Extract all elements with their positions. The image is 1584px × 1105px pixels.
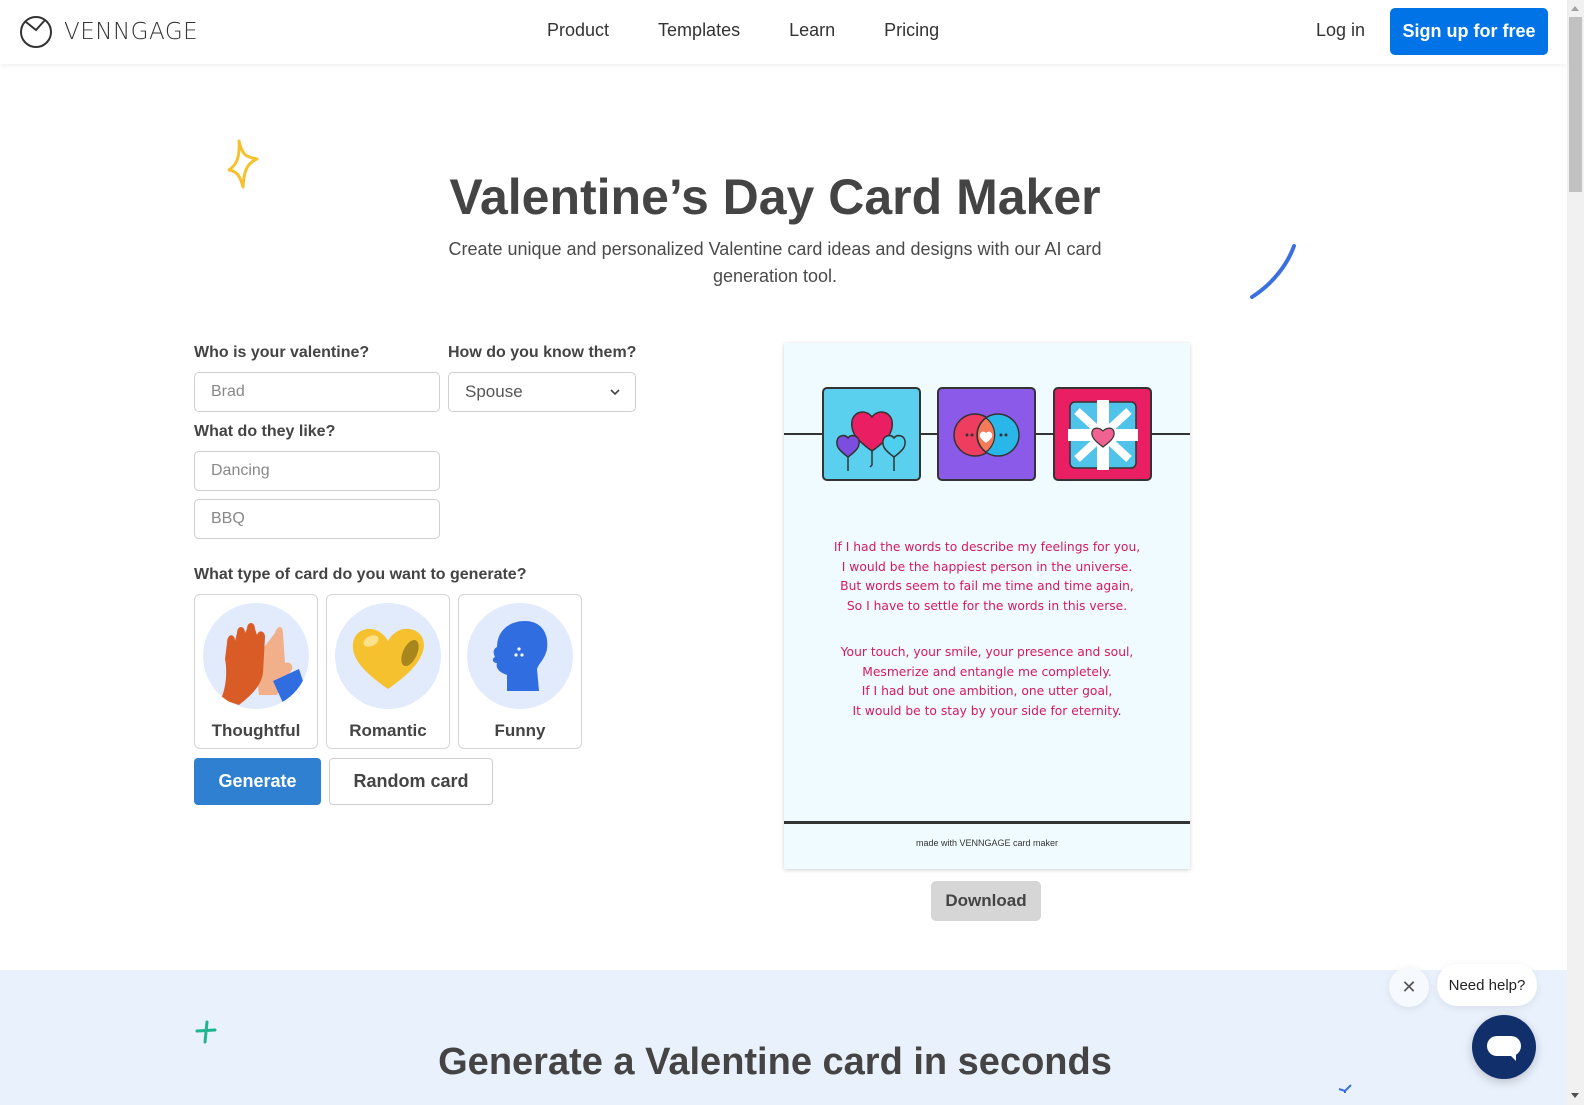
heart-icon [335,603,441,709]
card-type-funny[interactable]: Funny [458,594,582,749]
chat-close-button[interactable]: ✕ [1389,967,1429,1007]
like-input-2[interactable] [194,499,440,539]
laughing-head-icon [467,603,573,709]
poem-stanza-1: If I had the words to describe my feelin… [784,538,1190,617]
like-input-1[interactable] [194,451,440,491]
poem-line: If I had the words to describe my feelin… [833,540,1141,554]
chat-launcher-button[interactable] [1472,1015,1536,1079]
sparkle-decoration-icon [1338,1084,1352,1093]
logo-clock-icon [20,16,52,48]
valentine-name-label: Who is your valentine? [194,344,370,361]
card-type-label: What type of card do you want to generat… [194,566,527,583]
poem-line: It would be to stay by your side for ete… [852,704,1122,719]
card-type-romantic-label: Romantic [349,721,427,740]
card-type-romantic[interactable]: Romantic [326,594,450,749]
chat-icon [1487,1036,1521,1061]
page-scrollbar[interactable] [1567,0,1584,1105]
gift-icon [1053,387,1152,481]
poem-line: I would be the happiest person in the un… [841,559,1133,574]
top-navbar: VENNGAGE Product Templates Learn Pricing… [0,0,1567,64]
nav-learn[interactable]: Learn [789,20,835,41]
page-title: Valentine’s Day Card Maker [449,169,1101,225]
relation-select[interactable]: Spouse [448,372,636,412]
scroll-thumb[interactable] [1569,17,1582,192]
balloons-icon [822,387,921,481]
brand-name: VENNGAGE [64,19,199,45]
brush-stroke-decoration-icon [1250,244,1296,299]
scroll-up-arrow-icon[interactable] [1571,6,1579,11]
poem-line: But words seem to fail me time and time … [840,579,1134,594]
nav-templates[interactable]: Templates [658,20,740,41]
signup-button[interactable]: Sign up for free [1390,8,1548,55]
relation-label: How do you know them? [448,344,637,361]
valentine-name-input[interactable] [194,372,440,412]
chat-prompt-bubble[interactable]: Need help? [1437,964,1537,1006]
relation-select-value: Spouse [465,382,523,401]
page-subtitle: Create unique and personalized Valentine… [448,239,1102,286]
chevron-down-icon [610,389,620,396]
venngage-logo[interactable]: VENNGAGE [19,15,198,49]
poem-line: So I have to settle for the words in thi… [846,599,1128,614]
card-bottom-divider [784,821,1190,824]
random-card-button[interactable]: Random card [329,758,493,805]
chat-bubbles-icon [937,387,1036,481]
scroll-down-arrow-icon[interactable] [1571,1093,1579,1098]
poem-line: Your touch, your smile, your presence an… [840,645,1134,659]
poem-line: Mesmerize and entangle me completely. [862,664,1112,679]
poem-line: If I had but one ambition, one utter goa… [861,684,1113,699]
card-type-thoughtful-label: Thoughtful [211,721,301,740]
high-five-icon [203,603,309,709]
poem-stanza-2: Your touch, your smile, your presence an… [784,643,1190,722]
card-preview: If I had the words to describe my feelin… [784,343,1190,869]
close-icon: ✕ [1401,976,1417,997]
generate-button[interactable]: Generate [194,758,321,805]
how-it-works-section: Generate a Valentine card in seconds [0,970,1567,1105]
card-type-funny-label: Funny [494,721,546,740]
login-link[interactable]: Log in [1316,20,1365,41]
section-title: Generate a Valentine card in seconds [438,1041,1112,1083]
card-footer: made with VENNGAGE card maker [915,838,1059,848]
card-type-thoughtful[interactable]: Thoughtful [194,594,318,749]
nav-product[interactable]: Product [547,20,609,41]
likes-label: What do they like? [194,423,336,440]
nav-pricing[interactable]: Pricing [884,20,939,41]
download-button[interactable]: Download [931,881,1041,921]
nav-links: Product Templates Learn Pricing [547,20,988,41]
